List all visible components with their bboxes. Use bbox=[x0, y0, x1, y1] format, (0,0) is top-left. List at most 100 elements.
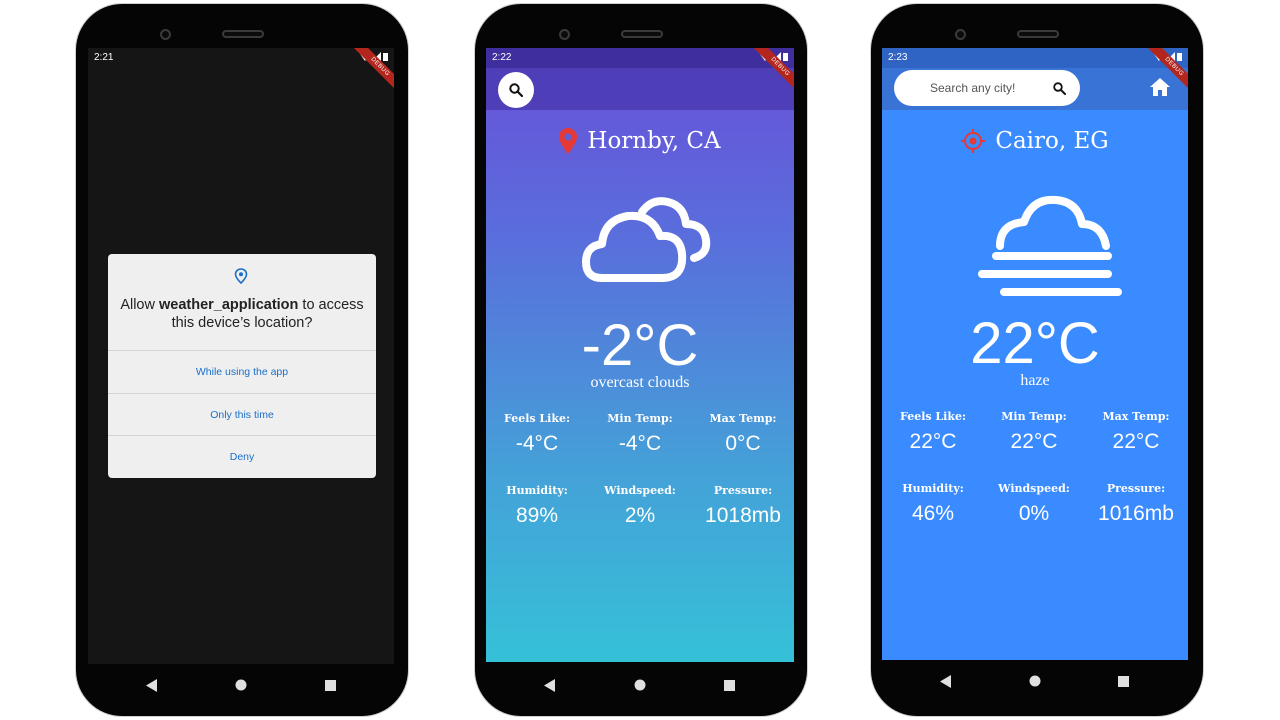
stat-humidity: Humidity: 89% bbox=[492, 484, 582, 528]
stat-value: 0% bbox=[1018, 502, 1050, 525]
screen: 2:23 DEBUG Search any city! Cairo, EG 22… bbox=[882, 48, 1188, 660]
earpiece-speaker bbox=[1017, 30, 1059, 38]
search-button[interactable] bbox=[498, 72, 534, 108]
stat-pressure: Pressure: 1018mb bbox=[698, 484, 788, 528]
stat-value: 2% bbox=[624, 504, 656, 527]
recents-button[interactable] bbox=[1114, 672, 1132, 690]
stat-max-temp: Max Temp: 0°C bbox=[698, 412, 788, 456]
stat-value: 1016mb bbox=[1098, 502, 1174, 525]
front-camera bbox=[160, 29, 171, 40]
screen: 2:21 DEBUG Allow weather_application to … bbox=[88, 48, 394, 664]
app-name: weather_application bbox=[159, 297, 299, 313]
stat-value: 89% bbox=[515, 504, 559, 527]
stat-label: Humidity: bbox=[506, 484, 568, 497]
home-circle-icon bbox=[634, 679, 646, 691]
weather-description: haze bbox=[1020, 372, 1050, 389]
only-this-time-button[interactable]: Only this time bbox=[108, 394, 376, 436]
stat-label: Pressure: bbox=[713, 484, 773, 497]
location-row: Cairo, EG bbox=[882, 128, 1188, 154]
battery-icon bbox=[383, 53, 388, 61]
city-name: Hornby, CA bbox=[587, 128, 721, 154]
stat-value: 1018mb bbox=[705, 504, 781, 527]
city-name: Cairo, EG bbox=[995, 128, 1109, 154]
status-bar: 2:22 bbox=[486, 48, 794, 68]
location-permission-dialog: Allow weather_application to access this… bbox=[108, 254, 376, 478]
home-button[interactable] bbox=[1026, 672, 1044, 690]
screen: 2:22 DEBUG Hornby, CA -2°C overcast clou… bbox=[486, 48, 794, 662]
home-circle-icon bbox=[1029, 675, 1041, 687]
stat-value: -4°C bbox=[515, 432, 559, 455]
stat-windspeed: Windspeed: 2% bbox=[595, 484, 685, 528]
recents-square-icon bbox=[723, 679, 735, 691]
system-nav-bar bbox=[76, 664, 408, 706]
back-triangle-icon bbox=[940, 674, 951, 688]
status-time: 2:22 bbox=[492, 52, 512, 63]
stat-min-temp: Min Temp: 22°C bbox=[989, 410, 1079, 454]
search-icon bbox=[509, 83, 523, 97]
home-button[interactable] bbox=[232, 676, 250, 694]
stat-label: Min Temp: bbox=[607, 412, 673, 425]
question-prefix: Allow bbox=[120, 297, 159, 313]
temperature: -2°C bbox=[581, 313, 699, 378]
stat-value: 0°C bbox=[725, 432, 761, 455]
while-using-app-button[interactable]: While using the app bbox=[108, 351, 376, 393]
front-camera bbox=[559, 29, 570, 40]
system-nav-bar bbox=[475, 664, 807, 706]
location-target-icon bbox=[961, 129, 986, 153]
back-triangle-icon bbox=[544, 678, 555, 692]
phone-cairo-weather: 2:23 DEBUG Search any city! Cairo, EG 22… bbox=[871, 4, 1203, 716]
status-bar: 2:23 bbox=[882, 48, 1188, 68]
cloud-icon bbox=[582, 197, 711, 282]
stat-label: Windspeed: bbox=[604, 484, 676, 497]
stat-windspeed: Windspeed: 0% bbox=[989, 482, 1079, 526]
phone-permission-dialog: 2:21 DEBUG Allow weather_application to … bbox=[76, 4, 408, 716]
recents-square-icon bbox=[1117, 675, 1129, 687]
earpiece-speaker bbox=[621, 30, 663, 38]
stat-value: 22°C bbox=[1010, 430, 1058, 453]
stat-label: Pressure: bbox=[1106, 482, 1166, 495]
home-button[interactable] bbox=[631, 676, 649, 694]
home-icon[interactable] bbox=[1150, 78, 1170, 96]
search-placeholder: Search any city! bbox=[930, 81, 1016, 95]
deny-button[interactable]: Deny bbox=[108, 436, 376, 478]
battery-icon bbox=[1177, 53, 1182, 61]
phone-hornby-weather: 2:22 DEBUG Hornby, CA -2°C overcast clou… bbox=[475, 4, 807, 716]
stat-value: 22°C bbox=[1112, 430, 1160, 453]
stat-label: Humidity: bbox=[902, 482, 964, 495]
stat-feels-like: Feels Like: 22°C bbox=[888, 410, 978, 454]
stat-label: Windspeed: bbox=[998, 482, 1070, 495]
city-search-input[interactable]: Search any city! bbox=[894, 70, 1080, 106]
search-icon[interactable] bbox=[1053, 82, 1066, 95]
stat-pressure: Pressure: 1016mb bbox=[1091, 482, 1181, 526]
stat-label: Max Temp: bbox=[709, 412, 777, 425]
location-pin-icon bbox=[559, 128, 578, 154]
recents-square-icon bbox=[324, 679, 336, 691]
stat-label: Min Temp: bbox=[1001, 410, 1067, 423]
back-button[interactable] bbox=[541, 676, 559, 694]
stat-value: -4°C bbox=[618, 432, 662, 455]
dialog-question: Allow weather_application to access this… bbox=[108, 296, 376, 332]
location-pin-icon bbox=[234, 268, 248, 284]
stat-value: 46% bbox=[911, 502, 955, 525]
stat-feels-like: Feels Like: -4°C bbox=[492, 412, 582, 456]
recents-button[interactable] bbox=[720, 676, 738, 694]
status-bar: 2:21 bbox=[88, 48, 394, 68]
status-time: 2:23 bbox=[888, 52, 908, 63]
status-time: 2:21 bbox=[94, 52, 114, 63]
weather-description: overcast clouds bbox=[590, 374, 690, 391]
recents-button[interactable] bbox=[321, 676, 339, 694]
stat-label: Feels Like: bbox=[900, 410, 966, 423]
back-button[interactable] bbox=[937, 672, 955, 690]
battery-icon bbox=[783, 53, 788, 61]
back-button[interactable] bbox=[143, 676, 161, 694]
stat-min-temp: Min Temp: -4°C bbox=[595, 412, 685, 456]
temperature: 22°C bbox=[970, 311, 1100, 376]
system-nav-bar bbox=[871, 660, 1203, 702]
home-circle-icon bbox=[235, 679, 247, 691]
stat-value: 22°C bbox=[909, 430, 957, 453]
back-triangle-icon bbox=[146, 678, 157, 692]
stat-label: Max Temp: bbox=[1102, 410, 1170, 423]
location-row: Hornby, CA bbox=[486, 128, 794, 154]
stat-max-temp: Max Temp: 22°C bbox=[1091, 410, 1181, 454]
earpiece-speaker bbox=[222, 30, 264, 38]
